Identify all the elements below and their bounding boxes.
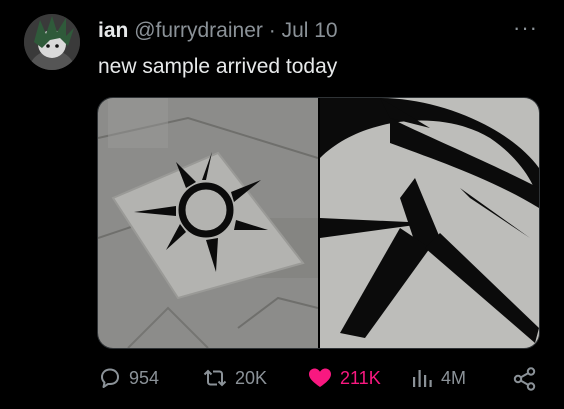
reply-button[interactable]: 954 [98,366,159,390]
retweet-icon [203,369,227,387]
rug-photo-full-icon [98,98,319,348]
media-image-1[interactable] [98,98,319,348]
media-grid [97,97,540,349]
more-options-icon[interactable]: ··· [513,17,538,39]
heart-icon [309,368,331,387]
share-icon [513,367,536,391]
retweet-count: 20K [235,367,268,388]
tweet-date[interactable]: Jul 10 [282,19,338,42]
separator-dot: · [268,19,276,42]
views-button[interactable]: 4M [410,366,466,390]
like-count: 211K [340,367,381,388]
avatar-image [24,14,80,70]
user-handle[interactable]: @furrydrainer [134,19,263,42]
reply-count: 954 [129,367,160,388]
retweet-button[interactable]: 20K [202,366,267,390]
share-button[interactable] [512,366,545,392]
view-count: 4M [441,367,467,388]
reply-icon [101,368,119,388]
tweet-text: new sample arrived today [98,55,338,78]
tweet-header: ian @furrydrainer · Jul 10 [98,18,338,44]
views-chart-icon [413,370,432,387]
action-bar: 954 20K 211K 4M [0,364,564,398]
media-image-2[interactable] [320,98,539,348]
like-button[interactable]: 211K [307,366,381,390]
avatar[interactable] [24,14,80,70]
rug-photo-closeup-icon [320,98,539,348]
display-name[interactable]: ian [98,19,128,42]
